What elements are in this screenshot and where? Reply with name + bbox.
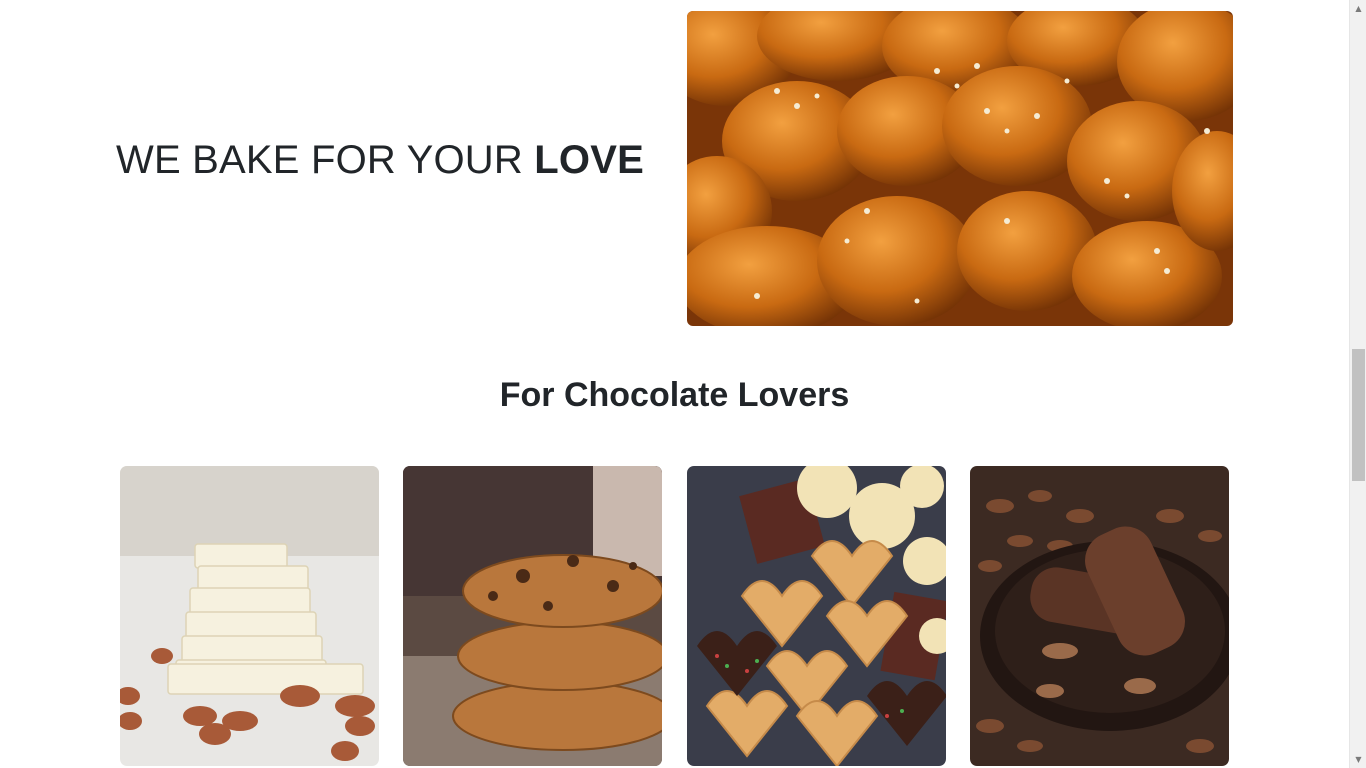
vertical-scrollbar[interactable]: ▲ ▼ xyxy=(1349,0,1366,768)
page: WE BAKE FOR YOUR LOVE For Chocolate Love… xyxy=(0,0,1349,768)
scroll-down-arrow-icon[interactable]: ▼ xyxy=(1350,751,1366,768)
product-card-chocolate-chip-cookies[interactable] xyxy=(403,466,662,766)
scroll-up-arrow-icon[interactable]: ▲ xyxy=(1350,0,1366,17)
hero-heading-bold: LOVE xyxy=(534,138,645,182)
product-card-chocolate-ice-cream[interactable] xyxy=(970,466,1229,766)
hero-bread-image xyxy=(687,11,1233,326)
product-card-white-chocolate[interactable] xyxy=(120,466,379,766)
hero-heading: WE BAKE FOR YOUR LOVE xyxy=(116,138,644,183)
section-title: For Chocolate Lovers xyxy=(499,376,850,414)
scrollbar-thumb[interactable] xyxy=(1352,349,1365,481)
product-card-assorted-cookies[interactable] xyxy=(687,466,946,766)
hero-heading-regular: WE BAKE FOR YOUR xyxy=(116,138,535,182)
